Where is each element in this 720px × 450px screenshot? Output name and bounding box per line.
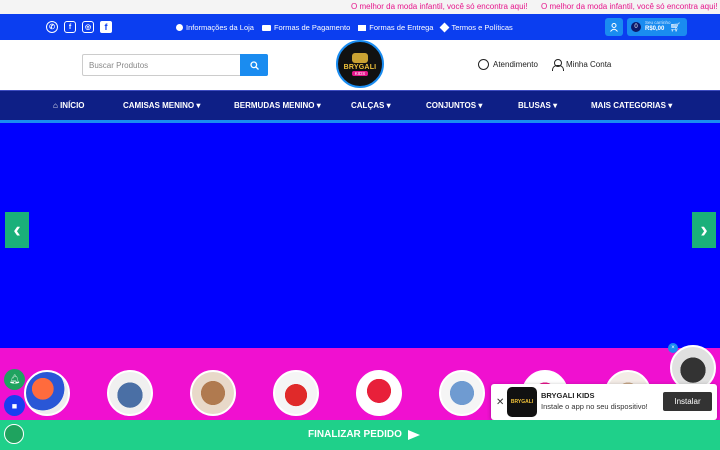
caret-down-icon: ▾ bbox=[668, 101, 673, 110]
nav-label: INÍCIO bbox=[60, 101, 85, 110]
info-icon bbox=[176, 24, 183, 31]
video-camera-icon: ■ bbox=[11, 400, 18, 411]
nav-item-conjuntos[interactable]: CONJUNTOS ▾ bbox=[426, 101, 482, 110]
facebook-icon[interactable]: f bbox=[100, 21, 112, 33]
cart-count-badge: 0 bbox=[631, 22, 641, 32]
nav-label: CONJUNTOS bbox=[426, 101, 477, 110]
app-icon: BRYGALI bbox=[507, 387, 537, 417]
atendimento-label: Atendimento bbox=[493, 60, 538, 69]
nav-item-calcas[interactable]: CALÇAS ▾ bbox=[351, 101, 391, 110]
account-button[interactable] bbox=[605, 18, 623, 36]
category-thumb[interactable] bbox=[107, 370, 153, 416]
link-label: Formas de Pagamento bbox=[273, 23, 351, 32]
link-termos[interactable]: Termos e Políticas bbox=[440, 22, 513, 33]
app-name: BRYGALI KIDS bbox=[541, 391, 595, 400]
caret-down-icon: ▾ bbox=[196, 101, 201, 110]
search-box bbox=[82, 54, 268, 76]
nav-item-mais-categorias[interactable]: MAIS CATEGORIAS ▾ bbox=[591, 101, 672, 110]
link-label: Informações da Loja bbox=[186, 23, 254, 32]
chevron-left-icon: ‹ bbox=[13, 217, 21, 242]
install-app-banner: ✕ BRYGALI BRYGALI KIDS Instale o app no … bbox=[491, 384, 717, 420]
nav-item-bermudas-menino[interactable]: BERMUDAS MENINO ▾ bbox=[234, 101, 321, 110]
finalizar-pedido-button[interactable]: FINALIZAR PEDIDO bbox=[308, 429, 420, 440]
close-icon[interactable]: × bbox=[668, 343, 678, 353]
caret-down-icon: ▾ bbox=[553, 101, 558, 110]
search-icon bbox=[249, 60, 259, 70]
category-thumb[interactable] bbox=[24, 370, 70, 416]
checkout-bar: FINALIZAR PEDIDO bbox=[0, 420, 720, 450]
link-label: Termos e Políticas bbox=[451, 23, 513, 32]
user-icon bbox=[610, 22, 618, 32]
cart-icon: 🛒︎ bbox=[669, 22, 681, 32]
app-icon-text: BRYGALI bbox=[510, 399, 534, 405]
logo-brand: BRYGALI bbox=[343, 63, 377, 71]
nav-label: BERMUDAS MENINO bbox=[234, 101, 315, 110]
cart-label: Seu carrinho bbox=[645, 20, 671, 25]
hero-banner bbox=[0, 120, 720, 348]
nav-item-inicio[interactable]: ⌂ INÍCIO bbox=[53, 101, 85, 110]
whatsapp-icon[interactable]: ✆ bbox=[46, 21, 58, 33]
link-entrega[interactable]: Formas de Entrega bbox=[358, 23, 433, 32]
top-links: Informações da Loja Formas de Pagamento … bbox=[176, 22, 513, 33]
link-pagamento[interactable]: Formas de Pagamento bbox=[261, 23, 351, 32]
minha-conta-label: Minha Conta bbox=[566, 60, 612, 69]
caret-down-icon: ▾ bbox=[316, 101, 321, 110]
marquee-text: O melhor da moda infantil, você só encon… bbox=[541, 2, 718, 11]
marquee-text: O melhor da moda infantil, você só encon… bbox=[351, 2, 528, 11]
social-links: ✆ f ◎ f bbox=[46, 21, 112, 33]
category-thumb[interactable] bbox=[356, 370, 402, 416]
video-button[interactable]: ■ bbox=[4, 395, 25, 416]
carousel-next-button[interactable]: › bbox=[692, 212, 716, 248]
instagram-icon[interactable]: ◎ bbox=[82, 21, 94, 33]
carousel-prev-button[interactable]: ‹ bbox=[5, 212, 29, 248]
notifications-button[interactable]: 🔔︎ bbox=[4, 369, 25, 390]
nav-item-camisas-menino[interactable]: CAMISAS MENINO ▾ bbox=[123, 101, 200, 110]
credit-card-icon bbox=[261, 24, 271, 31]
search-button[interactable] bbox=[240, 54, 268, 76]
category-thumb[interactable] bbox=[273, 370, 319, 416]
nav-label: CAMISAS MENINO bbox=[123, 101, 195, 110]
caret-down-icon: ▾ bbox=[478, 101, 483, 110]
nav-label: CALÇAS bbox=[351, 101, 385, 110]
caret-down-icon: ▾ bbox=[386, 101, 391, 110]
install-description: Instale o app no seu dispositivo! bbox=[541, 402, 648, 411]
nav-label: BLUSAS bbox=[518, 101, 551, 110]
site-header: BRYGALI KIDS Atendimento Minha Conta bbox=[0, 40, 720, 90]
whatsapp-icon[interactable] bbox=[4, 424, 24, 444]
category-thumb[interactable] bbox=[439, 370, 485, 416]
category-thumb[interactable] bbox=[190, 370, 236, 416]
promo-marquee: O melhor da moda infantil, você só encon… bbox=[0, 0, 720, 14]
link-informacoes[interactable]: Informações da Loja bbox=[176, 23, 254, 32]
truck-icon bbox=[358, 24, 367, 31]
search-input[interactable] bbox=[83, 55, 241, 75]
minha-conta-link[interactable]: Minha Conta bbox=[552, 59, 612, 71]
gear-icon bbox=[440, 22, 450, 33]
store-logo[interactable]: BRYGALI KIDS bbox=[336, 40, 384, 88]
close-icon[interactable]: ✕ bbox=[496, 397, 504, 408]
install-button[interactable]: Instalar bbox=[663, 392, 712, 411]
ifood-icon[interactable]: f bbox=[64, 21, 76, 33]
cart-button[interactable]: 0 Seu carrinho R$0,00 🛒︎ bbox=[627, 18, 687, 36]
bell-icon: 🔔︎ bbox=[8, 374, 21, 384]
logo-sub: KIDS bbox=[351, 70, 369, 76]
nav-item-blusas[interactable]: BLUSAS ▾ bbox=[518, 101, 557, 110]
finalizar-label: FINALIZAR PEDIDO bbox=[308, 429, 402, 440]
send-icon bbox=[407, 429, 420, 440]
nav-label: MAIS CATEGORIAS bbox=[591, 101, 666, 110]
user-icon bbox=[552, 59, 564, 71]
main-nav: ⌂ INÍCIO CAMISAS MENINO ▾ BERMUDAS MENIN… bbox=[0, 90, 720, 120]
atendimento-link[interactable]: Atendimento bbox=[478, 59, 538, 70]
chevron-right-icon: › bbox=[700, 217, 708, 242]
whatsapp-icon bbox=[478, 59, 489, 70]
lion-crown-icon bbox=[352, 52, 368, 63]
cart-total: R$0,00 bbox=[645, 26, 665, 32]
link-label: Formas de Entrega bbox=[369, 23, 434, 32]
